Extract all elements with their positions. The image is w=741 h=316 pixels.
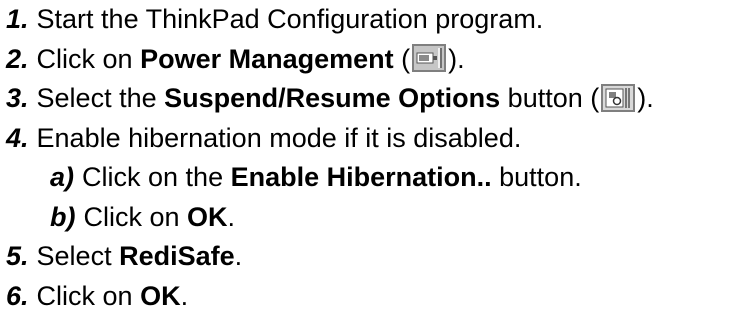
step-text: Click on bbox=[36, 280, 141, 311]
step-text: Click on bbox=[36, 43, 141, 74]
step-number: 6. bbox=[6, 280, 29, 311]
power-management-label: Power Management bbox=[140, 43, 394, 74]
step-text: Click on the bbox=[82, 162, 231, 192]
step-text: Select bbox=[36, 241, 120, 271]
redisafe-label: RediSafe bbox=[119, 241, 235, 271]
step-number: 5. bbox=[6, 241, 29, 271]
ok-label: OK bbox=[187, 201, 228, 232]
step-text-post: . bbox=[180, 280, 189, 311]
step-text: Click on bbox=[83, 201, 188, 232]
step-text: Start the ThinkPad Configuration program… bbox=[36, 4, 544, 34]
step-number: 4. bbox=[6, 122, 29, 153]
step-text: Enable hibernation mode if it is disable… bbox=[36, 122, 522, 153]
step-5: 5. Select RediSafe . bbox=[6, 237, 741, 277]
step-4b: b) Click on OK . bbox=[6, 198, 741, 238]
step-number: 1. bbox=[6, 4, 29, 34]
paren-close: ). bbox=[448, 43, 465, 74]
step-text-post: . bbox=[234, 241, 243, 271]
step-text-post: . bbox=[227, 201, 236, 232]
step-1: 1. Start the ThinkPad Configuration prog… bbox=[6, 0, 741, 40]
suspend-resume-label: Suspend/Resume Options bbox=[164, 83, 501, 113]
step-text-mid: button ( bbox=[500, 83, 600, 113]
paren-open: ( bbox=[393, 43, 411, 74]
step-4: 4. Enable hibernation mode if it is disa… bbox=[6, 119, 741, 159]
step-2: 2. Click on Power Management ( ). bbox=[6, 40, 741, 80]
substep-letter: b) bbox=[50, 201, 76, 232]
step-3: 3. Select the Suspend/Resume Options but… bbox=[6, 79, 741, 119]
step-number: 3. bbox=[6, 83, 29, 113]
step-6: 6. Click on OK . bbox=[6, 277, 741, 316]
instruction-steps: 1. Start the ThinkPad Configuration prog… bbox=[6, 0, 741, 316]
substep-letter: a) bbox=[50, 162, 75, 192]
paren-close: ). bbox=[637, 83, 654, 113]
step-number: 2. bbox=[6, 43, 29, 74]
step-4a: a) Click on the Enable Hibernation.. but… bbox=[6, 158, 741, 198]
step-text-post: button. bbox=[491, 162, 582, 192]
step-text: Select the bbox=[36, 83, 165, 113]
power-management-icon bbox=[412, 44, 447, 73]
enable-hibernation-label: Enable Hibernation.. bbox=[230, 162, 492, 192]
suspend-resume-options-icon bbox=[601, 83, 636, 112]
ok-label: OK bbox=[140, 280, 181, 311]
